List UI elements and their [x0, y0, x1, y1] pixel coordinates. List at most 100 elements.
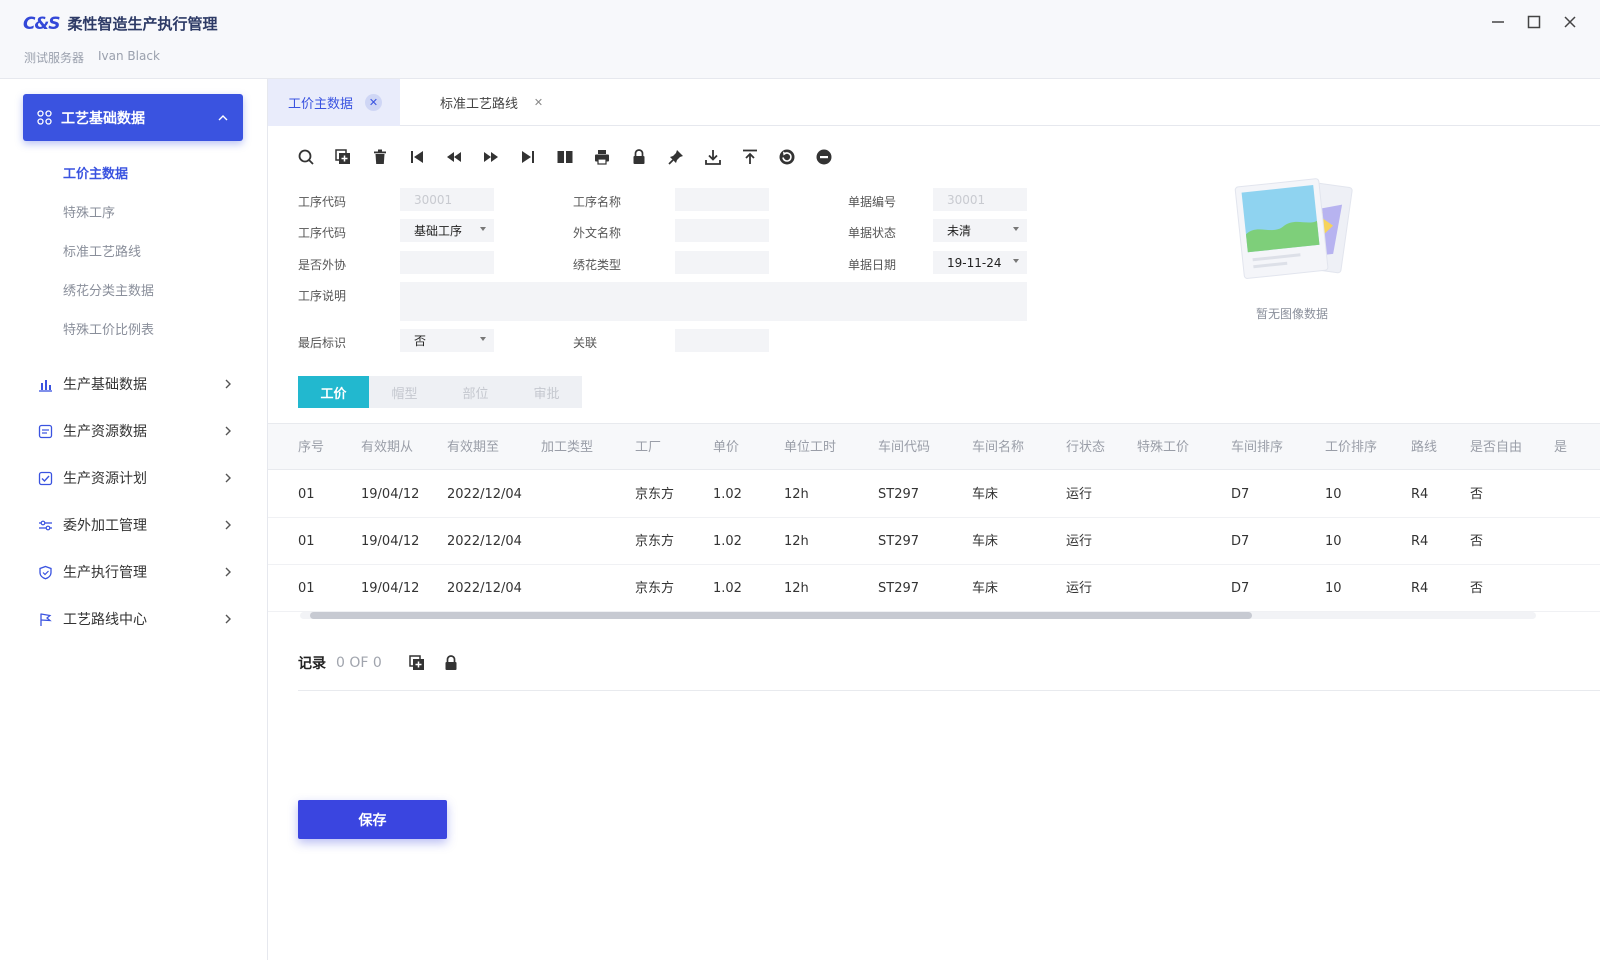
table-cell: 1.02 — [713, 534, 742, 549]
minimize-icon[interactable] — [1490, 14, 1506, 30]
doc-no-label: 单据编号 — [848, 195, 897, 209]
sidebar-group-label: 委外加工管理 — [63, 518, 147, 534]
select-value: 未清 — [947, 224, 972, 238]
description-textarea[interactable] — [400, 282, 1027, 321]
print-icon[interactable] — [592, 147, 611, 166]
sidebar-group-route-center[interactable]: 工艺路线中心 — [38, 606, 233, 632]
foreign-name-label: 外文名称 — [573, 226, 622, 240]
column-header[interactable]: 单位工时 — [784, 424, 836, 471]
column-header[interactable]: 车间名称 — [972, 424, 1024, 471]
column-header[interactable]: 有效期从 — [361, 424, 413, 471]
relation-field[interactable] — [675, 329, 769, 352]
table-cell: 否 — [1470, 581, 1484, 596]
sidebar-group-process-basic-data[interactable]: 工艺基础数据 — [23, 94, 243, 141]
table-cell: 京东方 — [635, 534, 675, 549]
sidebar-item-embroidery-category[interactable]: 绣花分类主数据 — [63, 280, 154, 319]
sidebar-item-standard-route[interactable]: 标准工艺路线 — [63, 241, 154, 280]
process-name-label: 工序名称 — [573, 195, 622, 209]
caret-down-icon — [1013, 227, 1019, 231]
refresh-icon[interactable] — [777, 147, 796, 166]
doc-status-select[interactable]: 未清 — [933, 219, 1027, 242]
close-icon[interactable]: ✕ — [365, 94, 383, 111]
outsource-field[interactable] — [400, 251, 494, 274]
subtab-part[interactable]: 部位 — [440, 376, 511, 408]
subtab-approval[interactable]: 审批 — [511, 376, 582, 408]
column-header[interactable]: 特殊工价 — [1137, 424, 1189, 471]
doc-status-label: 单据状态 — [848, 226, 897, 240]
lock-icon[interactable] — [629, 147, 648, 166]
previous-record-icon[interactable] — [444, 147, 463, 166]
column-header[interactable]: 行状态 — [1066, 424, 1105, 471]
close-window-icon[interactable] — [1562, 14, 1578, 30]
sidebar-item-labor-price-master[interactable]: 工价主数据 — [63, 163, 154, 202]
table-header: 序号 有效期从 有效期至 加工类型 工厂 单价 单位工时 车间代码 车间名称 行… — [268, 423, 1600, 470]
tab-standard-route[interactable]: 标准工艺路线 ✕ — [440, 79, 547, 126]
sidebar-group-production-execution[interactable]: 生产执行管理 — [38, 559, 233, 585]
save-button[interactable]: 保存 — [298, 800, 447, 839]
remove-icon[interactable] — [814, 147, 833, 166]
column-header[interactable]: 加工类型 — [541, 424, 593, 471]
close-icon[interactable]: ✕ — [530, 94, 547, 111]
download-icon[interactable] — [703, 147, 722, 166]
document-icon — [38, 424, 53, 438]
column-header[interactable]: 是否自由 — [1470, 424, 1522, 471]
sidebar-group-outsource-management[interactable]: 委外加工管理 — [38, 512, 233, 538]
pin-icon[interactable] — [666, 147, 685, 166]
doc-no-field[interactable]: 30001 — [933, 188, 1027, 211]
search-icon[interactable] — [296, 147, 315, 166]
subtab-hat-type[interactable]: 帽型 — [369, 376, 440, 408]
table-cell: 10 — [1325, 534, 1342, 549]
table-row[interactable]: 01 19/04/12 2022/12/04 京东方 1.02 12h ST29… — [268, 471, 1600, 518]
sidebar-item-special-price-ratio[interactable]: 特殊工价比例表 — [63, 319, 154, 358]
process-code-field[interactable]: 30001 — [400, 188, 494, 211]
tab-labor-price-master[interactable]: 工价主数据 ✕ — [268, 79, 400, 126]
column-header[interactable]: 序号 — [298, 424, 324, 471]
trash-icon[interactable] — [370, 147, 389, 166]
sidebar-group-label: 工艺路线中心 — [63, 612, 147, 628]
column-header[interactable]: 是 — [1554, 424, 1567, 471]
window-controls — [1490, 14, 1578, 30]
column-header[interactable]: 工价排序 — [1325, 424, 1377, 471]
next-record-icon[interactable] — [481, 147, 500, 166]
first-record-icon[interactable] — [407, 147, 426, 166]
process-code2-label: 工序代码 — [298, 226, 347, 240]
maximize-icon[interactable] — [1526, 14, 1542, 30]
embroidery-type-field[interactable] — [675, 251, 769, 274]
table-row[interactable]: 01 19/04/12 2022/12/04 京东方 1.02 12h ST29… — [268, 518, 1600, 565]
sidebar-group-production-basic-data[interactable]: 生产基础数据 — [38, 371, 233, 397]
flag-icon — [40, 612, 52, 626]
copy-add-icon[interactable] — [333, 147, 352, 166]
detail-subtabs: 工价 帽型 部位 审批 — [298, 376, 582, 408]
column-header[interactable]: 单价 — [713, 424, 739, 471]
process-type-select[interactable]: 基础工序 — [400, 219, 494, 242]
records-count: 0 OF 0 — [336, 655, 382, 671]
foreign-name-field[interactable] — [675, 219, 769, 242]
column-header[interactable]: 车间排序 — [1231, 424, 1283, 471]
upload-icon[interactable] — [740, 147, 759, 166]
column-header[interactable]: 工厂 — [635, 424, 661, 471]
records-bar: 记录 0 OF 0 — [298, 653, 460, 673]
sidebar-item-special-process[interactable]: 特殊工序 — [63, 202, 154, 241]
column-header[interactable]: 车间代码 — [878, 424, 930, 471]
subtab-price[interactable]: 工价 — [298, 376, 369, 408]
table-cell: 2022/12/04 — [447, 487, 522, 502]
lock-icon[interactable] — [442, 654, 460, 672]
table-cell: D7 — [1231, 581, 1250, 596]
table-row[interactable]: 01 19/04/12 2022/12/04 京东方 1.02 12h ST29… — [268, 565, 1600, 612]
process-name-field[interactable] — [675, 188, 769, 211]
last-record-icon[interactable] — [518, 147, 537, 166]
copy-add-icon[interactable] — [408, 654, 426, 672]
sidebar-group-production-resource-data[interactable]: 生产资源数据 — [38, 418, 233, 444]
book-icon[interactable] — [555, 147, 574, 166]
chevron-right-icon — [225, 520, 231, 530]
column-header[interactable]: 路线 — [1411, 424, 1437, 471]
last-flag-select[interactable]: 否 — [400, 329, 494, 352]
scrollbar-thumb[interactable] — [310, 612, 1252, 619]
select-value: 否 — [414, 334, 427, 348]
table-cell: D7 — [1231, 487, 1250, 502]
relation-label: 关联 — [573, 336, 598, 350]
column-header[interactable]: 有效期至 — [447, 424, 499, 471]
sidebar-group-production-resource-plan[interactable]: 生产资源计划 — [38, 465, 233, 491]
doc-date-picker[interactable]: 19-11-24 — [933, 251, 1027, 274]
horizontal-scrollbar[interactable] — [300, 612, 1536, 619]
